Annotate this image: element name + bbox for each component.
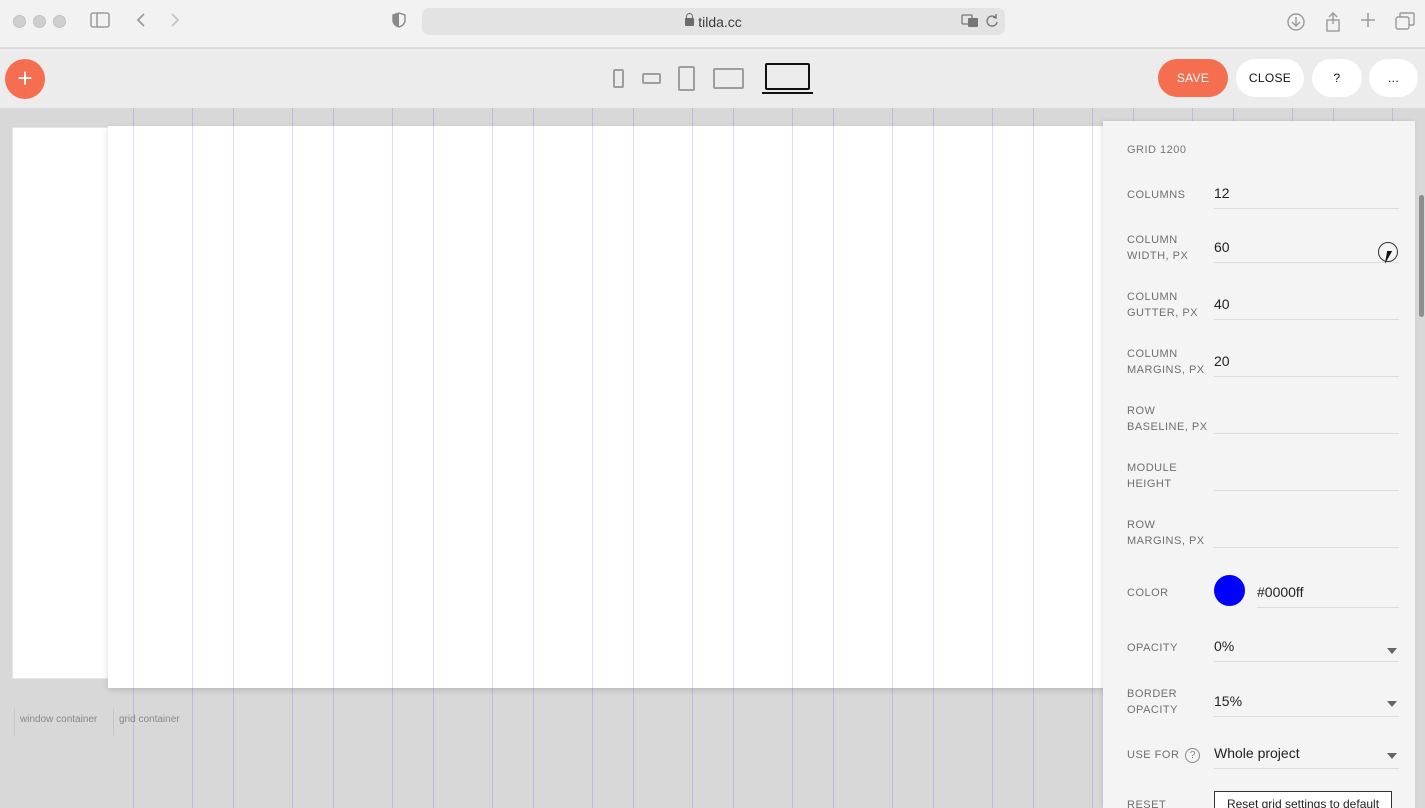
color-hex-input[interactable]: #0000ff	[1257, 584, 1399, 608]
opacity-chevron-down-icon[interactable]	[1387, 648, 1397, 654]
opacity-label: OPACITY	[1127, 642, 1178, 654]
close-button[interactable]: CLOSE	[1236, 59, 1304, 97]
color-swatch[interactable]	[1214, 575, 1245, 606]
row-baseline-input[interactable]	[1214, 410, 1399, 434]
grid-column-line	[633, 108, 634, 808]
grid-column-line	[1092, 108, 1093, 808]
help-circle-icon[interactable]: ?	[1185, 748, 1201, 763]
address-bar[interactable]: tilda.cc	[422, 8, 1005, 35]
download-icon[interactable]	[1285, 12, 1307, 32]
columns-label: COLUMNS	[1127, 189, 1186, 201]
grid-column-line	[392, 108, 393, 808]
grid-column-line	[592, 108, 593, 808]
new-tab-icon[interactable]	[1357, 12, 1379, 32]
grid-column-line	[292, 108, 293, 808]
reset-label: RESET	[1127, 799, 1167, 808]
grid-container-marker	[113, 708, 114, 736]
zoom-window-icon[interactable]	[53, 15, 66, 28]
more-button[interactable]: ...	[1369, 59, 1418, 97]
url-text: tilda.cc	[422, 13, 1005, 30]
column-margins-input[interactable]: 20	[1214, 353, 1399, 377]
module-height-label: MODULE HEIGHT	[1127, 462, 1178, 490]
module-height-input[interactable]	[1214, 467, 1399, 491]
column-gutter-input[interactable]: 40	[1214, 296, 1399, 320]
grid-column-line	[492, 108, 493, 808]
grid-column-line	[133, 108, 134, 808]
reset-grid-button[interactable]: Reset grid settings to default	[1214, 791, 1392, 808]
save-button[interactable]: SAVE	[1158, 59, 1228, 97]
use-for-select[interactable]: Whole project	[1214, 745, 1399, 769]
row-baseline-label: ROW BASELINE, PX	[1127, 405, 1208, 433]
grid-container-label: grid container	[119, 714, 180, 725]
use-for-chevron-down-icon[interactable]	[1387, 753, 1397, 759]
close-window-icon[interactable]	[13, 15, 26, 28]
tablet-portrait-icon[interactable]	[678, 66, 695, 91]
share-icon[interactable]	[1322, 12, 1344, 32]
window-container-label: window container	[20, 714, 98, 725]
browser-toolbar: tilda.cc	[0, 0, 1425, 48]
border-opacity-label: BORDER OPACITY	[1127, 688, 1178, 716]
shield-icon[interactable]	[388, 12, 410, 32]
grid-column-line	[933, 108, 934, 808]
grid-column-line	[992, 108, 993, 808]
color-label: COLOR	[1127, 587, 1169, 599]
grid-column-line	[833, 108, 834, 808]
grid-column-line	[692, 108, 693, 808]
row-margins-input[interactable]	[1214, 524, 1399, 548]
panel-scrollbar[interactable]	[1419, 195, 1424, 317]
sidebar-toggle-icon[interactable]	[89, 12, 111, 32]
minimize-window-icon[interactable]	[33, 15, 46, 28]
grid-column-line	[1033, 108, 1034, 808]
translate-icon[interactable]	[961, 13, 979, 34]
mobile-portrait-icon[interactable]	[613, 69, 624, 88]
column-width-label: COLUMN WIDTH, PX	[1127, 234, 1189, 262]
editor-toolbar: + SAVE CLOSE ? ...	[0, 49, 1425, 108]
panel-title: GRID 1200	[1127, 144, 1187, 156]
add-element-button[interactable]: +	[5, 59, 45, 99]
columns-input[interactable]: 12	[1214, 185, 1399, 209]
use-for-label: USE FOR?	[1127, 747, 1217, 763]
column-gutter-label: COLUMN GUTTER, PX	[1127, 291, 1199, 319]
grid-column-line	[433, 108, 434, 808]
opacity-select[interactable]: 0%	[1214, 638, 1399, 662]
desktop-icon[interactable]	[765, 63, 810, 90]
tablet-landscape-icon[interactable]	[713, 68, 744, 89]
grid-column-line	[892, 108, 893, 808]
help-button[interactable]: ?	[1312, 59, 1362, 97]
border-opacity-chevron-down-icon[interactable]	[1387, 701, 1397, 707]
grid-column-line	[733, 108, 734, 808]
grid-column-line	[233, 108, 234, 808]
grid-container[interactable]	[108, 126, 1108, 688]
grid-column-line	[792, 108, 793, 808]
grid-column-line	[533, 108, 534, 808]
back-icon[interactable]	[130, 12, 152, 32]
mobile-landscape-icon[interactable]	[642, 73, 661, 84]
border-opacity-select[interactable]: 15%	[1214, 693, 1399, 717]
column-margins-label: COLUMN MARGINS, PX	[1127, 348, 1205, 376]
reload-icon[interactable]	[985, 13, 999, 34]
active-device-indicator	[762, 92, 813, 94]
forward-icon[interactable]	[164, 12, 186, 32]
grid-column-line	[192, 108, 193, 808]
row-margins-label: ROW MARGINS, PX	[1127, 519, 1205, 547]
window-container-marker	[14, 708, 15, 736]
column-width-input[interactable]: 60	[1214, 239, 1399, 263]
lock-icon	[685, 13, 695, 26]
tabs-overview-icon[interactable]	[1394, 12, 1416, 32]
grid-settings-panel: GRID 1200 COLUMNS 12 COLUMN WIDTH, PX 60 …	[1103, 121, 1415, 808]
grid-column-line	[333, 108, 334, 808]
